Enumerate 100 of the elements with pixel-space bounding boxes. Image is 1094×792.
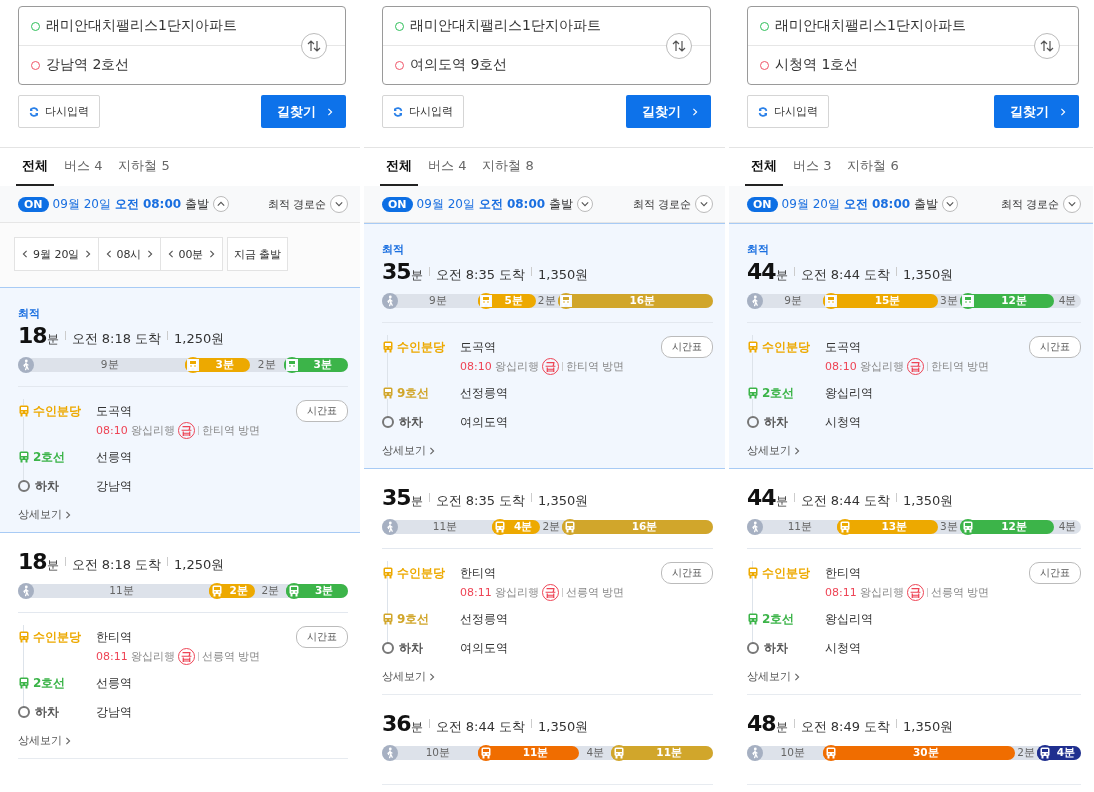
best-route-label: 최적	[382, 243, 404, 256]
walk-duration: 2분	[256, 358, 277, 372]
tab[interactable]: 버스 3	[787, 148, 838, 186]
origin-field[interactable]: 래미안대치팰리스1단지아파트	[748, 7, 1078, 45]
duration-unit: 분	[46, 331, 59, 348]
duration-value: 18	[18, 323, 47, 348]
tab[interactable]: 버스 4	[422, 148, 473, 186]
details-link[interactable]: 상세보기	[18, 507, 72, 522]
departure-time: 08:11	[96, 650, 128, 663]
search-button[interactable]: 길찾기	[261, 95, 346, 128]
tab[interactable]: 지하철 8	[476, 148, 540, 186]
details-link[interactable]: 상세보기	[382, 443, 436, 458]
arrival-time: 오전 8:44 도착	[435, 718, 526, 736]
transit-segment: 11분	[477, 746, 580, 760]
sort-dropdown[interactable]: 최적 경로순	[267, 195, 348, 213]
train-icon	[187, 359, 200, 371]
transit-segment: 16분	[557, 294, 713, 308]
route-card[interactable]: 36분 오전 8:44 도착 1,350원 10분 11분 4분 11분	[382, 695, 713, 785]
station-name: 한티역	[96, 628, 132, 646]
route-card[interactable]: 최적 18분 오전 8:18 도착 1,250원 9분 3분 2분 3분 수인분당 도곡역 시간표 08:10 왕십리행 급 한티역 방면 2호선 선릉역 하차 강남역 상세보기	[0, 287, 360, 533]
timetable-button[interactable]: 시간표	[1029, 562, 1081, 584]
sort-dropdown[interactable]: 최적 경로순	[632, 195, 713, 213]
on-badge: ON	[747, 196, 778, 212]
line-name: 2호선	[33, 448, 66, 466]
heading-direction: 한티역 방면	[930, 359, 990, 374]
train-direction: 왕십리행	[859, 359, 904, 374]
refresh-icon	[758, 106, 768, 117]
chevron-right-icon	[207, 250, 216, 258]
line-name: 수인분당	[762, 564, 810, 582]
timetable-button[interactable]: 시간표	[1029, 336, 1081, 358]
reset-button[interactable]: 다시입력	[382, 95, 464, 128]
alight-label: 하차	[35, 703, 59, 721]
stop-circle-icon	[747, 642, 759, 654]
details-link[interactable]: 상세보기	[382, 669, 436, 684]
arrival-time: 오전 8:44 도착	[800, 266, 891, 284]
walk-duration: 2분	[1016, 746, 1036, 760]
walking-person-icon	[382, 293, 398, 309]
duration-unit: 분	[410, 267, 423, 284]
route-card[interactable]: 최적 35분 오전 8:35 도착 1,350원 9분 5분 2분 16분 수인분당 도곡역 시간표 08:10 왕십리행 급 한티역 방면 9호선 선정릉역 하차 여의도역 상세보기	[364, 223, 725, 469]
train-icon	[288, 585, 301, 597]
line-name: 수인분당	[33, 628, 81, 646]
tab[interactable]: 버스 4	[58, 148, 109, 186]
chevron-right-icon	[428, 672, 436, 681]
transit-segment: 12분	[959, 520, 1055, 534]
stop-circle-icon	[382, 416, 394, 428]
swap-button[interactable]	[301, 33, 327, 59]
station-name: 강남역	[96, 477, 132, 495]
walk-duration: 11분	[108, 584, 135, 598]
best-route-label: 최적	[747, 243, 769, 256]
arrival-time: 오전 8:18 도착	[71, 556, 162, 574]
sort-dropdown[interactable]: 최적 경로순	[1000, 195, 1081, 213]
details-link[interactable]: 상세보기	[18, 733, 72, 748]
departure-label: 출발	[549, 195, 574, 213]
chevron-down-icon	[700, 200, 708, 208]
route-card[interactable]: 최적 44분 오전 8:44 도착 1,350원 9분 15분 3분 12분 4분 수인분당 도곡역 시간표 08:10 왕십리행 급 한티역 방면 2호선 왕십리역 하차 시청역 상세보기	[729, 223, 1093, 469]
search-button[interactable]: 길찾기	[626, 95, 711, 128]
picker-value: 08시	[116, 246, 142, 262]
departure-datetime[interactable]: 09월 20일 오전 08:00	[416, 195, 546, 213]
train-icon	[564, 521, 577, 533]
stop-circle-icon	[382, 642, 394, 654]
timetable-button[interactable]: 시간표	[296, 400, 348, 422]
toggle-button[interactable]	[213, 196, 230, 212]
train-direction: 왕십리행	[859, 585, 904, 600]
timetable-button[interactable]: 시간표	[661, 336, 713, 358]
swap-button[interactable]	[666, 33, 692, 59]
line-name: 수인분당	[397, 564, 445, 582]
transit-segment: 2분	[208, 584, 255, 598]
station-name: 여의도역	[460, 639, 508, 657]
details-link[interactable]: 상세보기	[747, 443, 801, 458]
walk-duration: 11분	[431, 520, 459, 534]
walk-duration: 3분	[938, 520, 959, 534]
tab[interactable]: 지하철 5	[112, 148, 176, 186]
station-name: 한티역	[460, 564, 496, 582]
timetable-button[interactable]: 시간표	[661, 562, 713, 584]
timetable-button[interactable]: 시간표	[296, 626, 348, 648]
toggle-button[interactable]	[577, 196, 594, 212]
fare: 1,350원	[903, 492, 954, 510]
stop-circle-icon	[747, 416, 759, 428]
chevron-down-icon	[946, 200, 955, 208]
reset-button[interactable]: 다시입력	[18, 95, 100, 128]
route-card[interactable]: 48분 오전 8:49 도착 1,350원 10분 30분 2분 4분	[747, 695, 1081, 785]
fare: 1,350원	[903, 718, 954, 736]
departure-datetime[interactable]: 09월 20일 오전 08:00	[781, 195, 911, 213]
search-button[interactable]: 길찾기	[994, 95, 1079, 128]
reset-button[interactable]: 다시입력	[747, 95, 829, 128]
walk-duration: 2분	[536, 294, 557, 308]
transit-segment: 5분	[477, 294, 536, 308]
depart-now-button[interactable]: 지금 출발	[226, 237, 288, 271]
origin-field[interactable]: 래미안대치팰리스1단지아파트	[383, 7, 710, 45]
walking-person-icon	[747, 519, 763, 535]
alight-label: 하차	[764, 413, 788, 431]
arrival-time: 오전 8:18 도착	[71, 330, 162, 348]
toggle-button[interactable]	[942, 196, 959, 212]
alight-label: 하차	[399, 413, 423, 431]
chevron-right-icon	[1059, 107, 1067, 116]
tab[interactable]: 지하철 6	[841, 148, 905, 186]
origin-field[interactable]: 래미안대치팰리스1단지아파트	[19, 7, 345, 45]
swap-button[interactable]	[1034, 33, 1060, 59]
departure-datetime[interactable]: 09월 20일 오전 08:00	[52, 195, 182, 213]
details-link[interactable]: 상세보기	[747, 669, 801, 684]
